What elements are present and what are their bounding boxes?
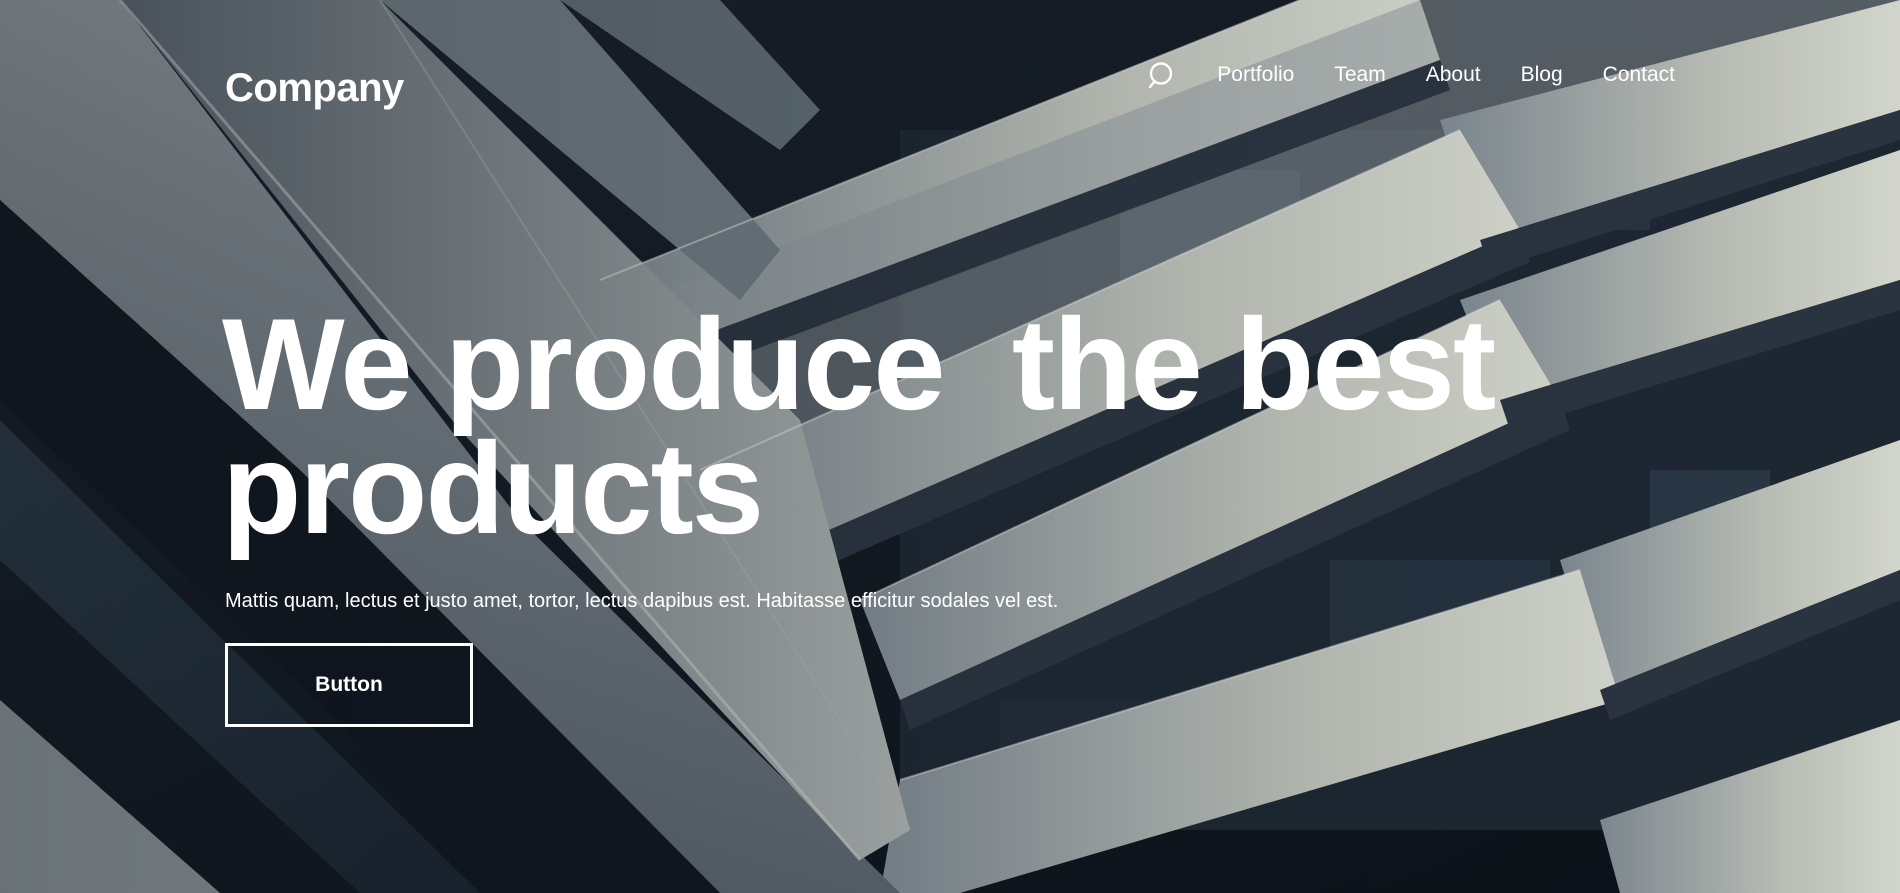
nav-item-contact[interactable]: Contact bbox=[1603, 60, 1675, 90]
nav-item-about[interactable]: About bbox=[1426, 60, 1481, 90]
hero-content: Company Portfolio Team About Blog Contac… bbox=[0, 0, 1900, 893]
nav-item-blog[interactable]: Blog bbox=[1521, 60, 1563, 90]
hero-subtitle: Mattis quam, lectus et justo amet, torto… bbox=[225, 590, 1059, 612]
company-logo[interactable]: Company bbox=[225, 66, 404, 111]
nav-item-portfolio[interactable]: Portfolio bbox=[1217, 60, 1294, 90]
hero-section: Company Portfolio Team About Blog Contac… bbox=[0, 0, 1900, 893]
main-navigation: Portfolio Team About Blog Contact bbox=[1147, 60, 1675, 90]
headline-line-2: products bbox=[222, 415, 764, 561]
headline-line-1: We produce the best bbox=[222, 291, 1496, 437]
hero-headline: We produce the best products bbox=[222, 291, 1572, 561]
hero-cta-button[interactable]: Button bbox=[225, 643, 473, 727]
nav-item-team[interactable]: Team bbox=[1334, 60, 1385, 90]
search-icon[interactable] bbox=[1147, 60, 1177, 90]
